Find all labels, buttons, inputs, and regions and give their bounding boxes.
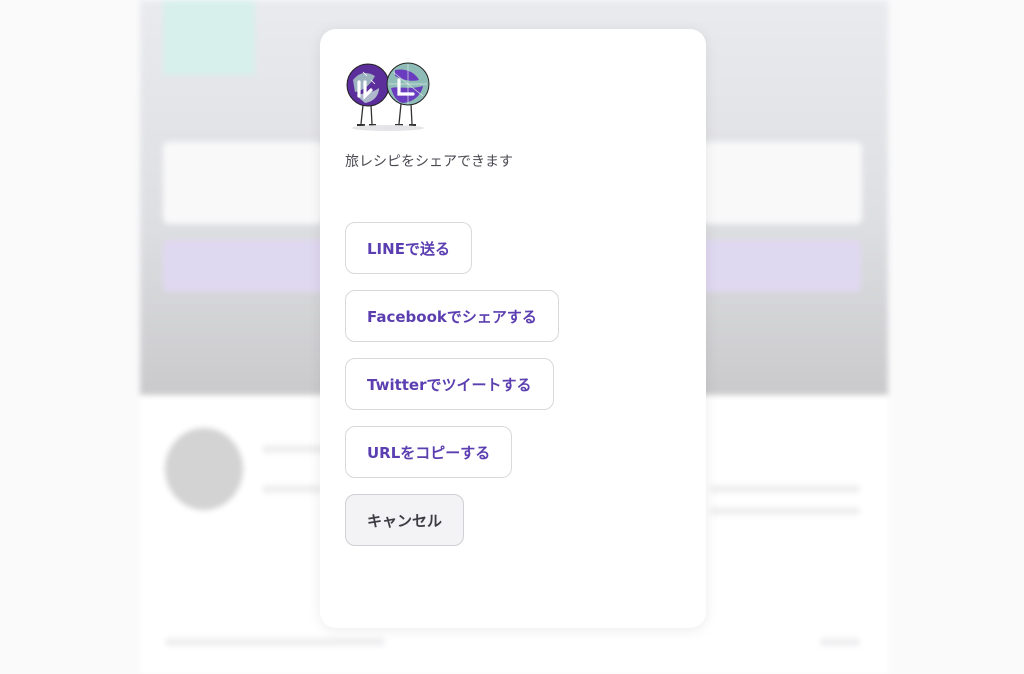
cancel-button[interactable]: キャンセル [345, 494, 465, 546]
share-dialog: 旅レシピをシェアできます LINEで送る Facebookでシェアする Twit… [320, 29, 706, 628]
twitter-share-button[interactable]: Twitterでツイートする [345, 358, 554, 410]
two-globes-mascot-logo-icon [346, 62, 430, 131]
copy-url-button[interactable]: URLをコピーする [345, 426, 513, 478]
line-share-button[interactable]: LINEで送る [345, 222, 472, 274]
share-dialog-subtitle: 旅レシピをシェアできます [345, 154, 513, 170]
facebook-share-button[interactable]: Facebookでシェアする [345, 290, 559, 342]
